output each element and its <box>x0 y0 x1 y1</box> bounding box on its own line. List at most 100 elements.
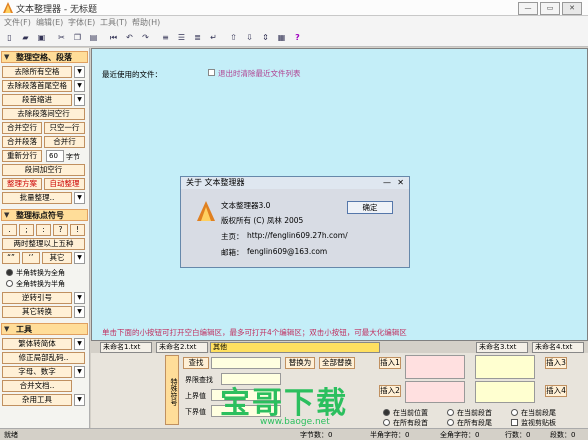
section-tools[interactable]: ▼ 工具 <box>1 323 88 335</box>
punct-period-button[interactable]: . <box>2 224 17 236</box>
dropdown-arrow-icon[interactable]: ▼ <box>74 306 85 318</box>
dropdown-arrow-icon[interactable]: ▼ <box>74 80 85 92</box>
reflow-width-input[interactable]: 60 <box>46 150 64 162</box>
open-folder-icon[interactable]: ▰ <box>20 32 31 43</box>
misc-tools-button[interactable]: 杂用工具 <box>2 394 72 406</box>
ok-button[interactable]: 确定 <box>347 201 393 214</box>
monitor-clipboard-checkbox[interactable] <box>511 419 518 426</box>
align-center-icon[interactable]: ☰ <box>176 32 187 43</box>
single-quote-button[interactable]: ‘’ <box>22 252 40 264</box>
reverse-quotes-button[interactable]: 逆转引号 <box>2 292 72 304</box>
tab-untitled-1[interactable]: 未命名1.txt <box>100 342 152 353</box>
radio-current-position[interactable] <box>383 409 390 416</box>
reflow-button[interactable]: 重新分行 <box>2 150 42 162</box>
merge-paragraphs-button[interactable]: 合并段落 <box>2 136 42 148</box>
merge-blank-lines-button[interactable]: 合并空行 <box>2 122 42 134</box>
remove-blank-lines-button[interactable]: 去除段落间空行 <box>2 108 85 120</box>
tab-untitled-4[interactable]: 未命名4.txt <box>532 342 584 353</box>
fix-garbled-button[interactable]: 修正局部乱码.. <box>2 352 85 364</box>
keep-one-line-button[interactable]: 只空一行 <box>44 122 85 134</box>
double-quote-button[interactable]: “” <box>2 252 20 264</box>
punct-semicolon-button[interactable]: ; <box>19 224 34 236</box>
menu-file[interactable]: 文件(F) <box>4 17 31 28</box>
other-punct-button[interactable]: 其它 <box>42 252 72 264</box>
up-icon[interactable]: ⇧ <box>228 32 239 43</box>
minimize-icon[interactable]: — <box>383 177 391 189</box>
dropdown-arrow-icon[interactable]: ▼ <box>74 366 85 378</box>
trad-to-simp-button[interactable]: 繁体转简体 <box>2 338 72 350</box>
homepage-link[interactable]: http://fenglin609.27h.com/ <box>247 231 348 240</box>
undo-icon[interactable]: ↶ <box>124 32 135 43</box>
remove-head-tail-spaces-button[interactable]: 去除段落首尾空格 <box>2 80 72 92</box>
find-input[interactable] <box>211 357 281 369</box>
add-blank-lines-button[interactable]: 段间加空行 <box>2 164 85 176</box>
dropdown-arrow-icon[interactable]: ▼ <box>74 292 85 304</box>
special-symbols-tab[interactable]: 特殊符号 <box>165 355 179 425</box>
batch-tidy-button[interactable]: 批量整理.. <box>2 192 72 204</box>
radio-all-para-end[interactable] <box>447 419 454 426</box>
dropdown-arrow-icon[interactable]: ▼ <box>74 394 85 406</box>
merge-docs-button[interactable]: 合并文档.. <box>2 380 72 392</box>
updown-icon[interactable]: ⇕ <box>260 32 271 43</box>
menu-help[interactable]: 帮助(H) <box>132 17 160 28</box>
punct-exclaim-button[interactable]: ! <box>70 224 85 236</box>
tab-other[interactable]: 其他 <box>210 342 380 353</box>
email-link[interactable]: fenglin609@163.com <box>247 247 327 256</box>
insert-4-field[interactable] <box>475 381 535 403</box>
find-button[interactable]: 查找 <box>183 357 209 369</box>
first-icon[interactable]: ⏮ <box>108 32 119 43</box>
menu-tools[interactable]: 工具(T) <box>100 17 127 28</box>
align-right-icon[interactable]: ≣ <box>192 32 203 43</box>
wrap-icon[interactable]: ↵ <box>208 32 219 43</box>
insert-4-button[interactable]: 插入4 <box>545 385 567 397</box>
replace-all-button[interactable]: 全部替换 <box>319 357 355 369</box>
dropdown-arrow-icon[interactable]: ▼ <box>74 338 85 350</box>
insert-2-button[interactable]: 插入2 <box>379 385 401 397</box>
radio-current-para-start[interactable] <box>447 409 454 416</box>
redo-icon[interactable]: ↷ <box>140 32 151 43</box>
auto-tidy-button[interactable]: 自动整理 <box>44 178 85 190</box>
tab-untitled-3[interactable]: 未命名3.txt <box>476 342 528 353</box>
insert-3-button[interactable]: 插入3 <box>545 357 567 369</box>
section-punctuation[interactable]: ▼ 整理标点符号 <box>1 209 88 221</box>
down-icon[interactable]: ⇩ <box>244 32 255 43</box>
cut-icon[interactable]: ✂ <box>56 32 67 43</box>
insert-1-field[interactable] <box>405 355 465 379</box>
replace-with-button[interactable]: 替换为 <box>285 357 315 369</box>
punct-colon-button[interactable]: : <box>36 224 51 236</box>
dropdown-arrow-icon[interactable]: ▼ <box>74 94 85 106</box>
radio-full-to-half[interactable] <box>6 280 13 287</box>
letters-numbers-button[interactable]: 字母、数字 <box>2 366 72 378</box>
copy-icon[interactable]: ❐ <box>72 32 83 43</box>
insert-2-field[interactable] <box>405 381 465 403</box>
section-spaces-paragraphs[interactable]: ▼ 整理空格、段落 <box>1 51 88 63</box>
save-icon[interactable]: ▣ <box>36 32 47 43</box>
align-left-icon[interactable]: ≡ <box>160 32 171 43</box>
dropdown-arrow-icon[interactable]: ▼ <box>74 252 85 264</box>
insert-1-button[interactable]: 插入1 <box>379 357 401 369</box>
menu-edit[interactable]: 编辑(E) <box>36 17 63 28</box>
new-file-icon[interactable]: ▯ <box>4 32 15 43</box>
tab-untitled-2[interactable]: 未命名2.txt <box>156 342 208 353</box>
minimize-button[interactable]: — <box>518 2 538 15</box>
scheme-button[interactable]: 整理方案 <box>2 178 42 190</box>
radio-half-to-full[interactable] <box>6 269 13 276</box>
clear-recent-checkbox[interactable] <box>208 69 215 76</box>
remove-all-spaces-button[interactable]: 去除所有空格 <box>2 66 72 78</box>
merge-lines-button[interactable]: 合并行 <box>44 136 85 148</box>
punct-question-button[interactable]: ? <box>53 224 68 236</box>
close-button[interactable]: ✕ <box>562 2 582 15</box>
indent-button[interactable]: 段首缩进 <box>2 94 72 106</box>
list-icon[interactable]: ▦ <box>276 32 287 43</box>
dropdown-arrow-icon[interactable]: ▼ <box>74 66 85 78</box>
radio-all-para-start[interactable] <box>383 419 390 426</box>
close-icon[interactable]: ✕ <box>397 177 404 189</box>
dropdown-arrow-icon[interactable]: ▼ <box>74 192 85 204</box>
help-icon[interactable]: ? <box>292 32 303 43</box>
paste-icon[interactable]: ▤ <box>88 32 99 43</box>
other-convert-button[interactable]: 其它转换 <box>2 306 72 318</box>
radio-current-para-end[interactable] <box>511 409 518 416</box>
maximize-button[interactable]: ▭ <box>540 2 560 15</box>
menu-font[interactable]: 字体(E) <box>68 17 95 28</box>
insert-3-field[interactable] <box>475 355 535 379</box>
